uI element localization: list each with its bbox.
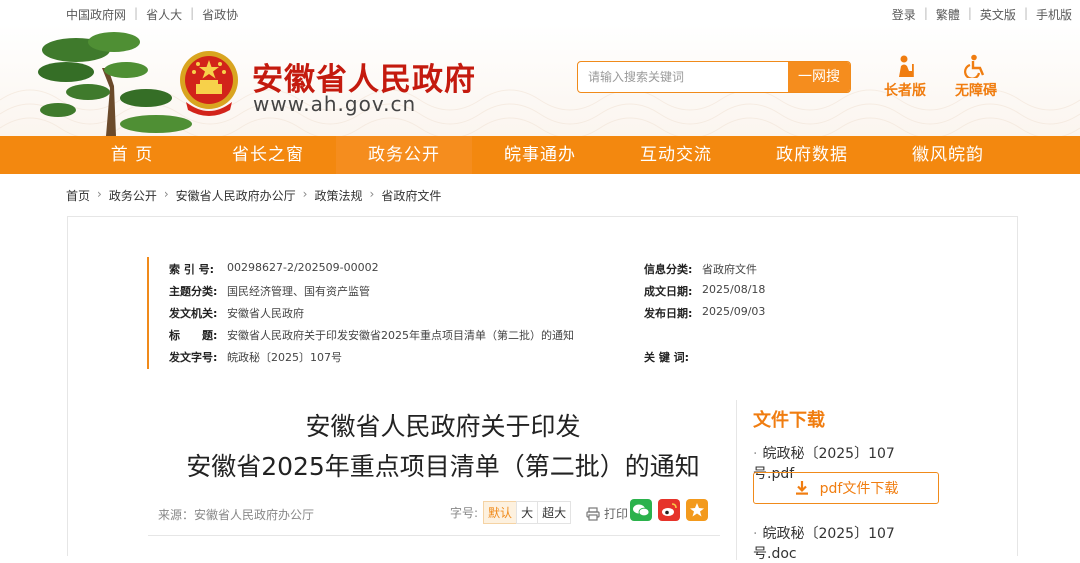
breadcrumb-gov-affairs[interactable]: 政务公开 <box>109 187 157 204</box>
file-doc-name: 皖政秘〔2025〕107号.doc <box>753 526 895 562</box>
national-emblem-icon <box>180 51 238 116</box>
nav-item-gov-data[interactable]: 政府数据 <box>744 136 880 174</box>
elder-mode-label: 长者版 <box>884 83 926 99</box>
chevron-right-icon: › <box>97 187 102 201</box>
meta-published-label: 发布日期: <box>644 307 693 320</box>
document-title-line2: 安徽省2025年重点项目清单（第二批）的通知 <box>186 452 700 481</box>
meta-keywords-label: 关 键 词: <box>644 351 690 364</box>
wheelchair-icon <box>964 54 985 78</box>
accessibility-button[interactable]: 无障碍 <box>946 54 1006 100</box>
qzone-share-icon[interactable] <box>686 499 708 521</box>
mobile-version-link[interactable]: 手机版 <box>1036 6 1072 23</box>
weibo-share-icon[interactable] <box>658 499 680 521</box>
breadcrumb-home[interactable]: 首页 <box>66 187 90 204</box>
link-provincial-cppcc[interactable]: 省政协 <box>202 6 238 23</box>
document-title-line1: 安徽省人民政府关于印发 <box>305 412 581 441</box>
file-item-doc[interactable]: · 皖政秘〔2025〕107号.doc <box>753 523 926 563</box>
font-size-label: 字号: <box>450 506 479 520</box>
link-provincial-congress[interactable]: 省人大 <box>146 6 182 23</box>
meta-issuer-value: 安徽省人民政府 <box>227 307 304 320</box>
nav-item-services[interactable]: 皖事通办 <box>472 136 608 174</box>
meta-index-label: 索 引 号: <box>169 263 215 276</box>
star-glyph <box>690 503 704 517</box>
meta-published-value: 2025/09/03 <box>702 305 766 318</box>
meta-docno-label: 发文字号: <box>169 351 218 364</box>
meta-topic-value: 国民经济管理、国有资产监管 <box>227 285 370 298</box>
document-metadata: 索 引 号: 00298627-2/202509-00002 主题分类: 国民经… <box>147 257 841 369</box>
meta-title-label: 标 题: <box>169 329 218 342</box>
link-gov-cn[interactable]: 中国政府网 <box>66 6 126 23</box>
elder-icon <box>899 55 914 77</box>
document-source: 来源：安徽省人民政府办公厅 <box>158 508 315 522</box>
printer-icon <box>586 506 600 521</box>
elder-mode-button[interactable]: 长者版 <box>875 54 935 100</box>
print-button[interactable]: 打印 <box>586 505 628 522</box>
font-size-selector: 字号: 默认 大 超大 <box>450 501 572 524</box>
article-toolbar: 来源：安徽省人民政府办公厅 字号: 默认 大 超大 打印 <box>148 499 720 529</box>
breadcrumb-provincial-docs[interactable]: 省政府文件 <box>381 187 441 204</box>
breadcrumb-general-office[interactable]: 安徽省人民政府办公厅 <box>176 187 296 204</box>
nav-item-governor[interactable]: 省长之窗 <box>200 136 336 174</box>
pine-tree-logo <box>38 32 192 136</box>
meta-created-label: 成文日期: <box>644 285 693 298</box>
traditional-chinese-link[interactable]: 繁體 <box>936 6 960 23</box>
search-box: 一网搜 <box>577 61 851 93</box>
site-header: 安徽省人民政府 www.ah.gov.cn 一网搜 长者版 无障碍 <box>0 24 1080 136</box>
font-size-default[interactable]: 默认 <box>483 501 518 524</box>
chevron-right-icon: › <box>369 187 375 201</box>
font-size-xlarge[interactable]: 超大 <box>537 501 572 524</box>
breadcrumb: 首页 › 政务公开 › 安徽省人民政府办公厅 › 政策法规 › 省政府文件 <box>66 187 441 204</box>
search-input[interactable] <box>588 62 783 92</box>
article-container: 索 引 号: 00298627-2/202509-00002 主题分类: 国民经… <box>67 216 1018 562</box>
main-nav: 首 页 省长之窗 政务公开 皖事通办 互动交流 政府数据 徽风皖韵 <box>0 136 1080 174</box>
meta-category-label: 信息分类: <box>644 263 693 276</box>
meta-category-value: 省政府文件 <box>702 263 757 276</box>
meta-topic-label: 主题分类: <box>169 285 218 298</box>
wechat-share-icon[interactable] <box>630 499 652 521</box>
weibo-glyph <box>662 503 677 516</box>
site-url: www.ah.gov.cn <box>253 92 417 116</box>
meta-created-value: 2025/08/18 <box>702 283 766 296</box>
meta-index-value: 00298627-2/202509-00002 <box>227 261 379 274</box>
download-icon <box>795 481 808 495</box>
chevron-right-icon: › <box>163 187 169 201</box>
login-link[interactable]: 登录 <box>892 6 916 23</box>
wechat-glyph <box>633 504 650 517</box>
accessibility-label: 无障碍 <box>955 83 997 99</box>
document-title: 安徽省人民政府关于印发 安徽省2025年重点项目清单（第二批）的通知 <box>148 407 738 487</box>
file-download-heading: 文件下载 <box>753 410 825 431</box>
meta-title-value: 安徽省人民政府关于印发安徽省2025年重点项目清单（第二批）的通知 <box>227 329 574 342</box>
font-size-large[interactable]: 大 <box>516 501 539 524</box>
english-version-link[interactable]: 英文版 <box>980 6 1016 23</box>
breadcrumb-policy[interactable]: 政策法规 <box>314 187 362 204</box>
nav-item-gov-affairs[interactable]: 政务公开 <box>336 136 472 174</box>
pdf-download-label: pdf文件下载 <box>819 481 899 497</box>
meta-docno-value: 皖政秘〔2025〕107号 <box>227 351 342 364</box>
search-button[interactable]: 一网搜 <box>788 62 850 92</box>
nav-item-interaction[interactable]: 互动交流 <box>608 136 744 174</box>
pdf-download-button[interactable]: pdf文件下载 <box>753 472 939 504</box>
nav-item-culture[interactable]: 徽风皖韵 <box>880 136 1016 174</box>
print-label: 打印 <box>604 507 629 521</box>
chevron-right-icon: › <box>302 187 308 201</box>
meta-issuer-label: 发文机关: <box>169 307 218 320</box>
nav-item-home[interactable]: 首 页 <box>64 136 200 174</box>
divider <box>148 535 720 536</box>
file-download-panel: 文件下载 · 皖政秘〔2025〕107号.pdf pdf文件下载 · 皖政秘〔202… <box>736 400 939 563</box>
